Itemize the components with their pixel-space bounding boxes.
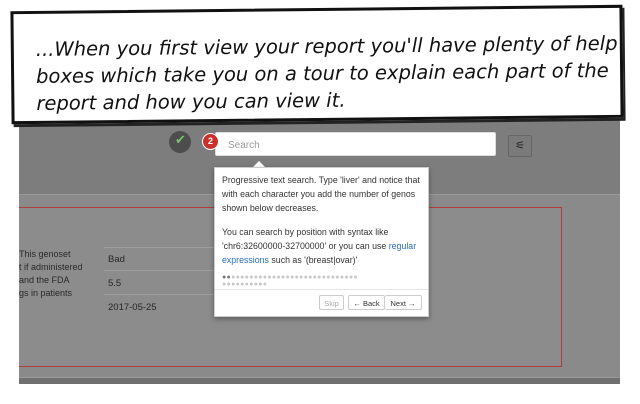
description-line: and the FDA	[19, 275, 70, 285]
search-box[interactable]	[215, 132, 496, 157]
row-divider	[104, 294, 219, 295]
search-input[interactable]	[226, 133, 490, 157]
repute-value: Bad	[108, 254, 125, 265]
magnitude-value: 5.5	[108, 278, 122, 289]
filter-settings-icon: ⚟	[515, 140, 525, 152]
next-card-edge	[19, 377, 620, 384]
tour-progress-dots: ●●●●●●●●●●●●●●●●●●●●●●●●●●●●●● ●●●●●●●●●●	[222, 274, 427, 288]
tour-paragraph-1: Progressive text search. Type 'liver' an…	[222, 175, 420, 213]
next-button[interactable]: Next →	[385, 295, 422, 310]
tour-paragraph-2: You can search by position with syntax l…	[222, 225, 424, 267]
description-line: t if administered	[19, 262, 83, 272]
row-divider	[104, 270, 219, 271]
popover-footer-divider	[215, 289, 428, 290]
description-line: This genoset	[19, 249, 71, 259]
tour-popover: Progressive text search. Type 'liver' an…	[214, 167, 429, 317]
back-button[interactable]: ← Back	[348, 295, 385, 310]
date-value: 2017-05-25	[108, 302, 157, 313]
tour-step-badge: 2	[202, 133, 219, 150]
skip-button[interactable]: Skip	[319, 295, 344, 310]
row-divider	[104, 247, 219, 248]
tour-paragraph-2-prefix: You can search by position with syntax l…	[222, 227, 389, 251]
caption-text: ...When you first view your report you'l…	[35, 31, 618, 115]
tour-step-dot[interactable]: ●	[263, 281, 268, 288]
status-check-button[interactable]: ✔	[169, 131, 191, 153]
comic-caption-box: ...When you first view your report you'l…	[10, 4, 624, 125]
tour-paragraph-2-suffix: such as '(breast|ovar)'	[271, 255, 358, 265]
filter-settings-button[interactable]: ⚟	[508, 135, 532, 157]
genoset-description: This genoset t if administered and the F…	[19, 248, 89, 300]
check-icon: ✔	[175, 132, 186, 147]
tour-step-dot[interactable]: ●	[353, 274, 358, 281]
tour-content: Progressive text search. Type 'liver' an…	[222, 173, 424, 277]
description-line: gs in patients	[19, 288, 73, 298]
